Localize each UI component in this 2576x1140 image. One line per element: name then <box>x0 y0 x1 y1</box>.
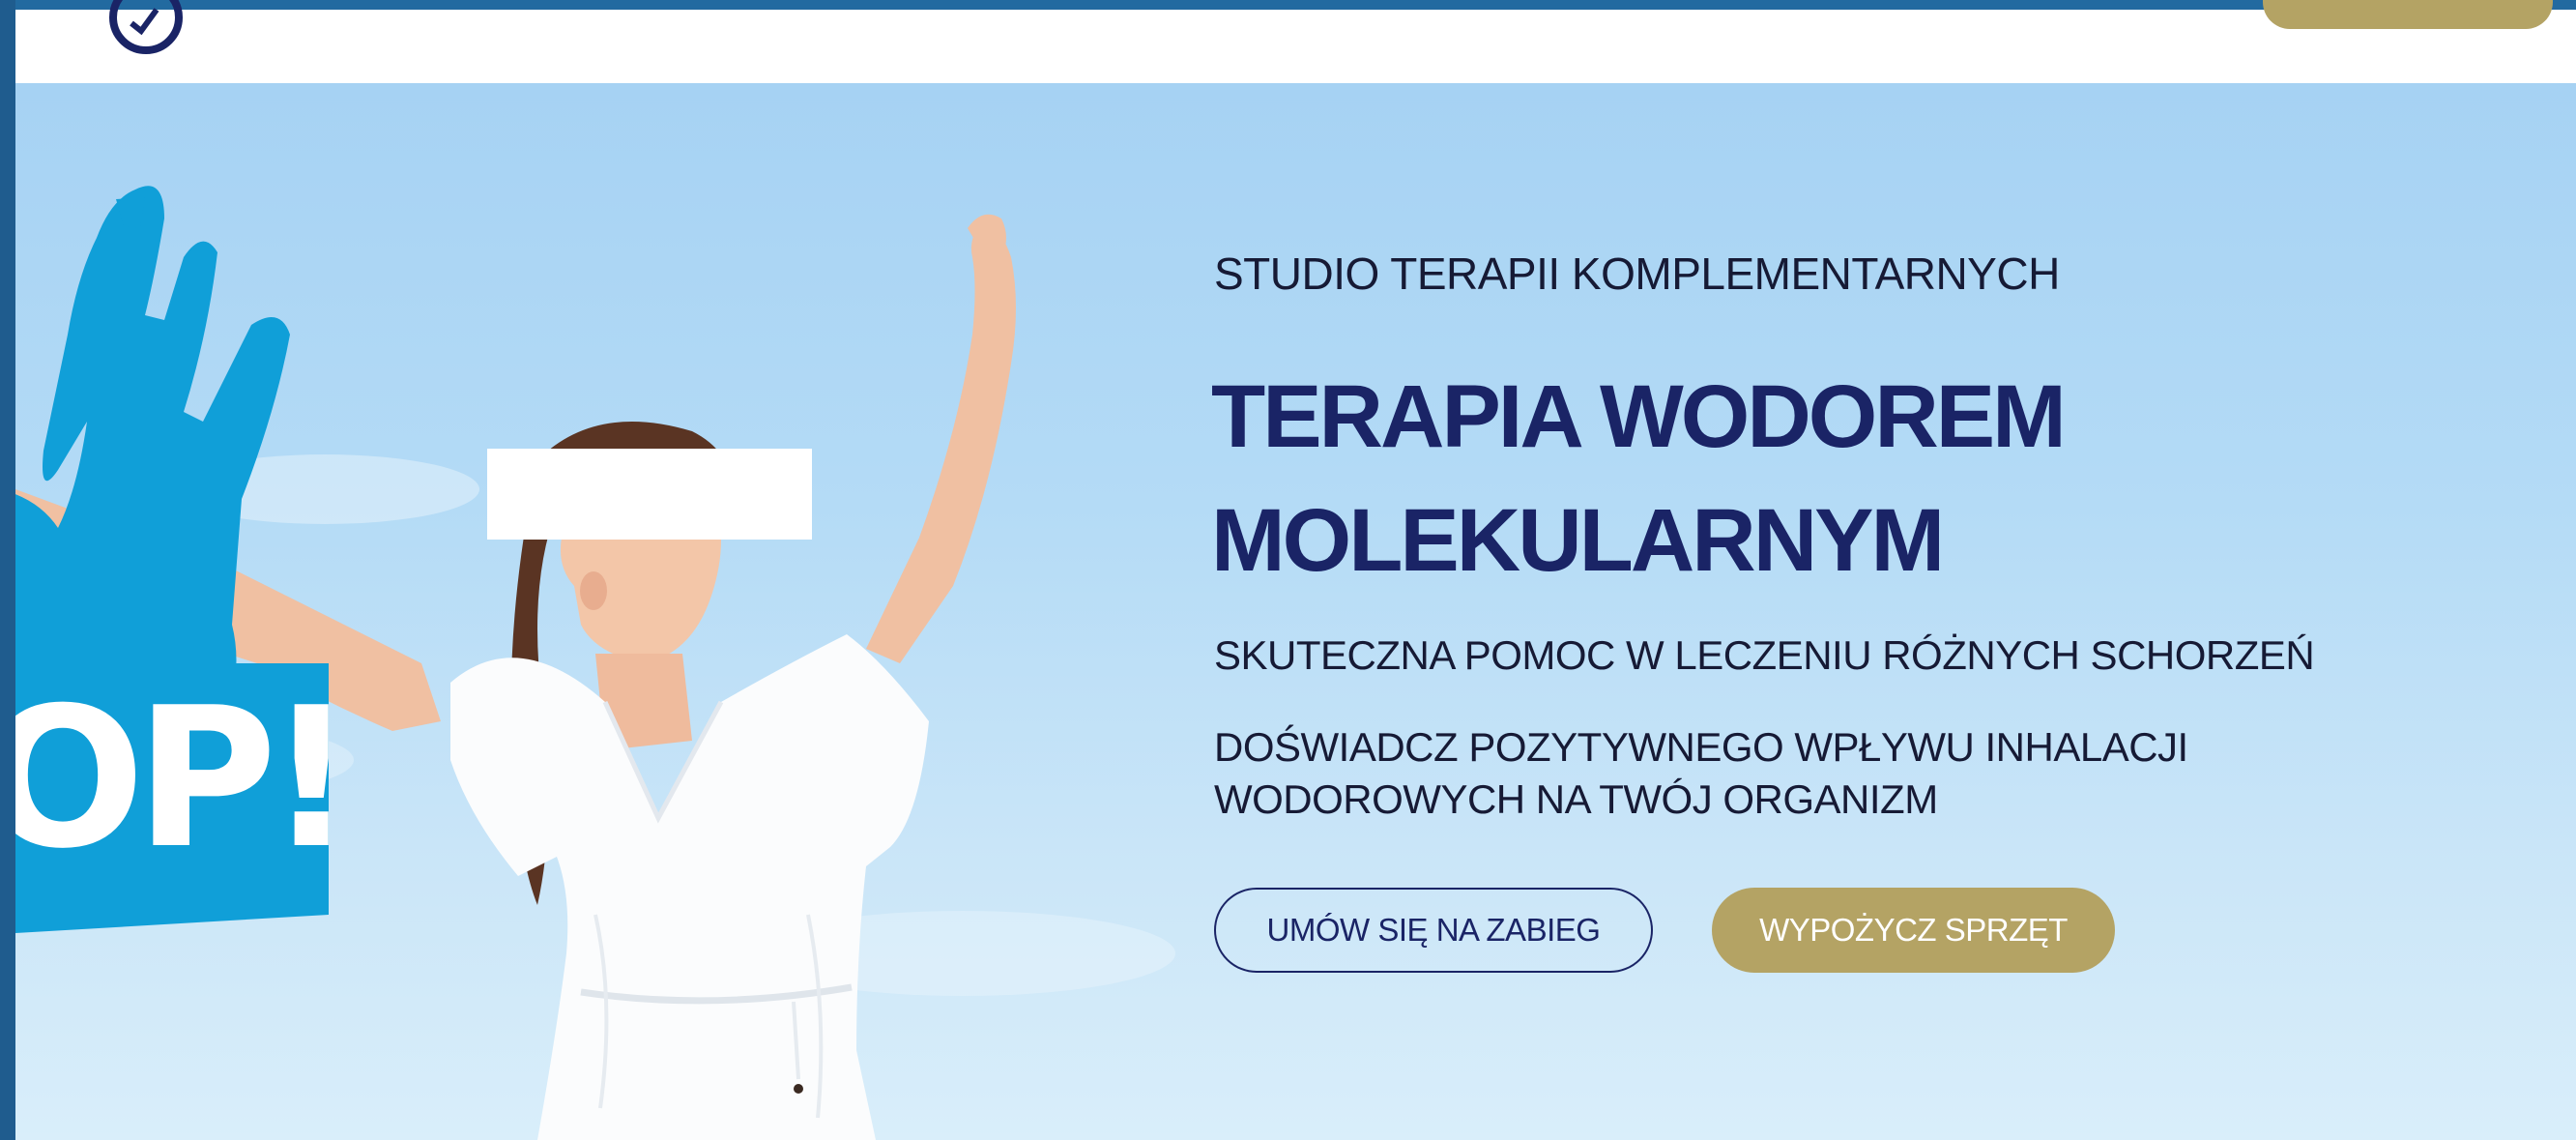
hero-subheading: SKUTECZNA POMOC W LECZENIU RÓŻNYCH SCHOR… <box>1214 632 2315 678</box>
browser-frame-top <box>0 0 2576 10</box>
site-header <box>15 0 2576 84</box>
hero-description: DOŚWIADCZ POZYTYWNEGO WPŁYWU INHALACJI W… <box>1214 724 2188 822</box>
hero-headline: TERAPIA WODOREM MOLEKULARNYM <box>1211 356 2067 603</box>
site-logo-icon[interactable] <box>93 0 189 58</box>
hero-eyebrow: STUDIO TERAPII KOMPLEMENTARNYCH <box>1214 248 2060 299</box>
hand-sticker-icon: OP! <box>15 83 406 1140</box>
browser-frame-left <box>0 0 15 1140</box>
hero-content: STUDIO TERAPII KOMPLEMENTARNYCH TERAPIA … <box>1211 83 2548 1140</box>
headline-line-1: TERAPIA WODOREM <box>1211 367 2067 466</box>
headline-line-2: MOLEKULARNYM <box>1211 490 1945 590</box>
book-treatment-button[interactable]: UMÓW SIĘ NA ZABIEG <box>1214 888 1653 973</box>
hero-section: OP! STUDIO TERAPII KOMPLEMENTARNYCH TERA… <box>15 83 2576 1140</box>
sticker-text: OP! <box>15 666 356 892</box>
face-privacy-bar <box>487 449 812 540</box>
rent-equipment-button[interactable]: WYPOŻYCZ SPRZĘT <box>1712 888 2115 973</box>
header-cta-button[interactable] <box>2263 0 2553 29</box>
